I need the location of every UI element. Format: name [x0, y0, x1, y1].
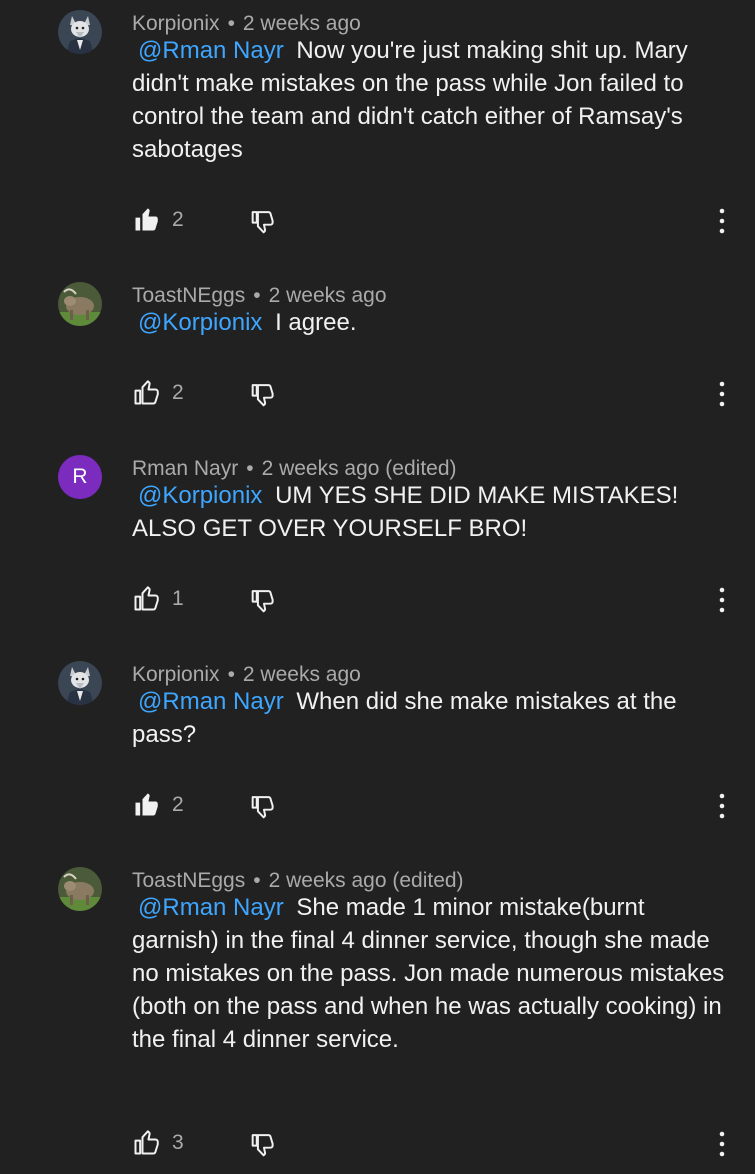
- wolf-avatar-icon[interactable]: [58, 10, 102, 54]
- like-button[interactable]: [132, 206, 160, 234]
- mention-link[interactable]: @Korpionix: [132, 309, 268, 336]
- comment-body: @Rman Nayr When did she make mistakes at…: [132, 685, 732, 751]
- more-options-button[interactable]: [712, 379, 732, 409]
- thumbs-down-icon: [251, 384, 274, 407]
- more-vertical-icon: [719, 208, 725, 234]
- thumbs-up-icon: [134, 586, 159, 611]
- like-button[interactable]: [132, 1129, 160, 1157]
- thumbs-up-icon: [134, 1130, 159, 1155]
- comment-author[interactable]: ToastNEggs: [132, 284, 245, 307]
- dislike-button[interactable]: [248, 208, 276, 236]
- more-vertical-icon: [719, 381, 725, 407]
- wolf-avatar-icon[interactable]: [58, 661, 102, 705]
- animal-avatar-icon[interactable]: [58, 867, 102, 911]
- thumbs-up-icon: [134, 380, 159, 405]
- comment-text: I agree.: [275, 309, 357, 336]
- comment-actions: 2: [132, 206, 732, 236]
- comment-actions: 1: [132, 585, 732, 615]
- comment-feed: Korpionix • 2 weeks ago @Rman Nayr Now you…: [0, 0, 755, 1174]
- comment-actions: 2: [132, 379, 732, 409]
- like-button[interactable]: [132, 791, 160, 819]
- mention-link[interactable]: @Rman Nayr: [132, 894, 290, 921]
- dislike-button[interactable]: [248, 793, 276, 821]
- thumbs-down-icon: [251, 1134, 274, 1157]
- comment-actions: 2: [132, 791, 732, 821]
- like-count: 1: [172, 587, 184, 610]
- thumbs-down-icon: [251, 590, 274, 613]
- more-vertical-icon: [719, 587, 725, 613]
- mention-link[interactable]: @Korpionix: [132, 482, 268, 509]
- more-options-button[interactable]: [712, 1129, 732, 1159]
- comment-body: @Rman Nayr She made 1 minor mistake(burn…: [132, 891, 732, 1056]
- more-options-button[interactable]: [712, 206, 732, 236]
- dislike-button[interactable]: [248, 381, 276, 409]
- thumbs-down-icon: [251, 796, 274, 819]
- comment-time: 2 weeks ago (edited): [261, 457, 457, 480]
- like-count: 3: [172, 1131, 184, 1154]
- dislike-button[interactable]: [248, 1131, 276, 1159]
- like-button[interactable]: [132, 585, 160, 613]
- comment-body: @Rman Nayr Now you're just making shit u…: [132, 34, 732, 166]
- comment-author[interactable]: Korpionix: [132, 663, 220, 686]
- mention-link[interactable]: @Rman Nayr: [132, 688, 290, 715]
- more-options-button[interactable]: [712, 791, 732, 821]
- like-count: 2: [172, 208, 184, 231]
- mention-link[interactable]: @Rman Nayr: [132, 37, 290, 64]
- meta-separator: •: [253, 284, 261, 307]
- comment-author[interactable]: Rman Nayr: [132, 457, 238, 480]
- meta-separator: •: [246, 457, 254, 480]
- meta-separator: •: [253, 869, 261, 892]
- animal-avatar-icon[interactable]: [58, 282, 102, 326]
- comment-body: @Korpionix I agree.: [132, 306, 732, 339]
- comment-author[interactable]: Korpionix: [132, 12, 220, 35]
- thumbs-down-icon: [251, 211, 274, 234]
- thumbs-up-filled-icon: [135, 208, 158, 231]
- meta-separator: •: [227, 663, 235, 686]
- more-vertical-icon: [719, 1131, 725, 1157]
- comment-time: 2 weeks ago: [242, 12, 361, 35]
- comment-time: 2 weeks ago: [268, 284, 387, 307]
- like-count: 2: [172, 793, 184, 816]
- more-options-button[interactable]: [712, 585, 732, 615]
- comment-body: @Korpionix UM YES SHE DID MAKE MISTAKES!…: [132, 479, 732, 545]
- meta-separator: •: [227, 12, 235, 35]
- dislike-button[interactable]: [248, 587, 276, 615]
- comment-author[interactable]: ToastNEggs: [132, 869, 245, 892]
- letter-avatar[interactable]: R: [58, 455, 102, 499]
- thumbs-up-filled-icon: [135, 793, 158, 816]
- more-vertical-icon: [719, 793, 725, 819]
- comment-time: 2 weeks ago (edited): [268, 869, 464, 892]
- like-count: 2: [172, 381, 184, 404]
- comment-time: 2 weeks ago: [242, 663, 361, 686]
- comment-actions: 3: [132, 1129, 732, 1159]
- like-button[interactable]: [132, 379, 160, 407]
